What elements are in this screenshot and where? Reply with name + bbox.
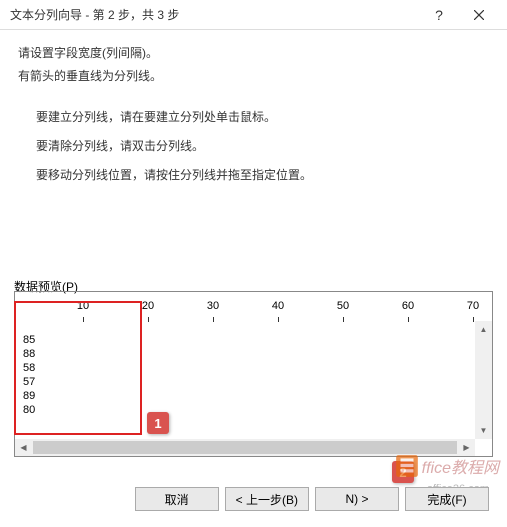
data-row: 58 bbox=[23, 361, 35, 375]
preview-data-area[interactable]: 85 88 58 57 89 80 bbox=[15, 323, 492, 435]
watermark-text: ffice教程网 bbox=[422, 454, 499, 478]
button-row: 取消 < 上一步(B) N) > 完成(F) bbox=[135, 487, 489, 511]
office-logo-icon bbox=[394, 453, 420, 479]
ruler-tick: 70 bbox=[467, 300, 479, 312]
description-line-1: 请设置字段宽度(列间隔)。 bbox=[18, 44, 489, 61]
titlebar: 文本分列向导 - 第 2 步，共 3 步 ? bbox=[0, 0, 507, 30]
scroll-left-icon[interactable]: ◀ bbox=[15, 439, 32, 456]
description-line-2: 有箭头的垂直线为分列线。 bbox=[18, 67, 489, 84]
scrollbar-vertical[interactable]: ▲ ▼ bbox=[475, 321, 492, 439]
preview-section: 数据预览(P) 10 20 30 40 50 60 70 85 88 58 57… bbox=[14, 278, 493, 457]
data-row: 80 bbox=[23, 403, 35, 417]
scroll-down-icon[interactable]: ▼ bbox=[475, 422, 492, 439]
close-button[interactable] bbox=[459, 1, 499, 29]
data-column: 85 88 58 57 89 80 bbox=[23, 333, 35, 417]
ruler-tick: 30 bbox=[207, 300, 219, 312]
ruler-tick: 40 bbox=[272, 300, 284, 312]
watermark: ffice教程网 bbox=[394, 453, 499, 479]
data-row: 57 bbox=[23, 375, 35, 389]
data-row: 89 bbox=[23, 389, 35, 403]
preview-box[interactable]: 10 20 30 40 50 60 70 85 88 58 57 89 80 ▲… bbox=[14, 299, 493, 457]
ruler-tick: 60 bbox=[402, 300, 414, 312]
preview-label: 数据预览(P) bbox=[14, 278, 493, 295]
instruction-clear: 要清除分列线，请双击分列线。 bbox=[36, 137, 489, 154]
close-icon bbox=[474, 10, 484, 20]
instruction-move: 要移动分列线位置，请按住分列线并拖至指定位置。 bbox=[36, 166, 489, 183]
finish-button[interactable]: 完成(F) bbox=[405, 487, 489, 511]
instructions: 要建立分列线，请在要建立分列处单击鼠标。 要清除分列线，请双击分列线。 要移动分… bbox=[18, 90, 489, 183]
ruler-tick: 50 bbox=[337, 300, 349, 312]
data-row: 88 bbox=[23, 347, 35, 361]
ruler-tick: 20 bbox=[142, 300, 154, 312]
next-button[interactable]: N) > bbox=[315, 487, 399, 511]
data-row: 85 bbox=[23, 333, 35, 347]
content-area: 请设置字段宽度(列间隔)。 有箭头的垂直线为分列线。 要建立分列线，请在要建立分… bbox=[0, 30, 507, 183]
callout-1: 1 bbox=[147, 412, 169, 434]
help-button[interactable]: ? bbox=[419, 1, 459, 29]
back-button[interactable]: < 上一步(B) bbox=[225, 487, 309, 511]
scroll-up-icon[interactable]: ▲ bbox=[475, 321, 492, 338]
instruction-create: 要建立分列线，请在要建立分列处单击鼠标。 bbox=[36, 108, 489, 125]
window-title: 文本分列向导 - 第 2 步，共 3 步 bbox=[10, 6, 419, 23]
cancel-button[interactable]: 取消 bbox=[135, 487, 219, 511]
